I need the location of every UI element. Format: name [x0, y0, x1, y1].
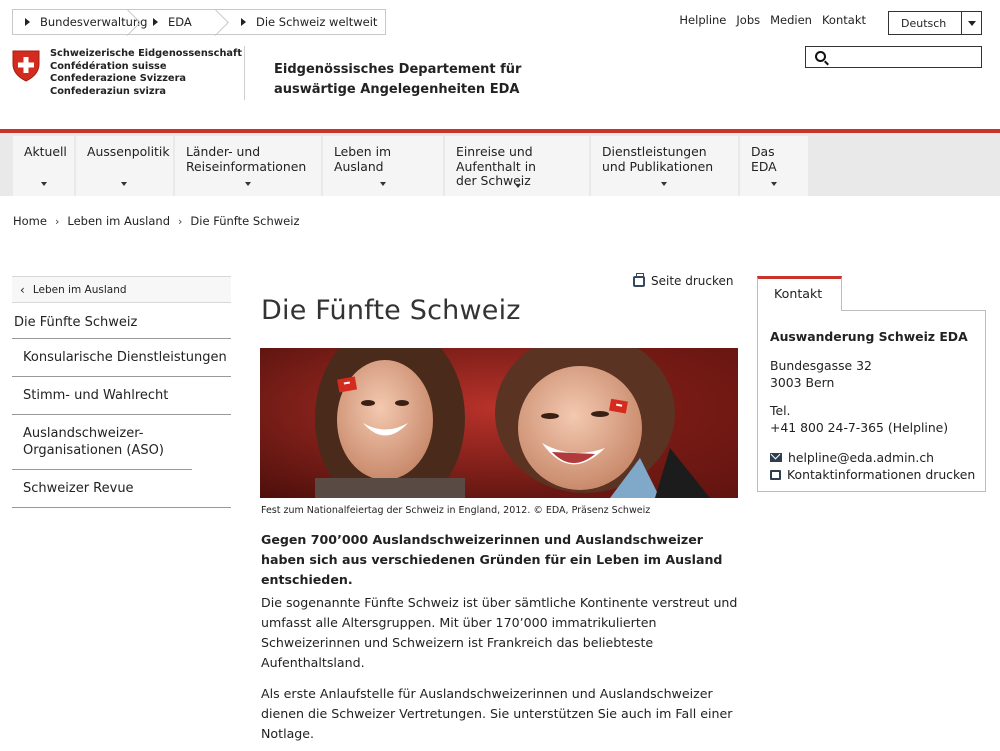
search-input[interactable] — [805, 46, 982, 68]
chevron-right-icon: › — [178, 214, 183, 228]
contact-city: 3003 Bern — [770, 375, 835, 390]
lead-paragraph: Gegen 700’000 Auslandschweizerinnen und … — [261, 532, 723, 587]
chevron-down-icon — [661, 182, 667, 186]
confederation-rm: Confederaziun svizra — [50, 85, 167, 97]
print-contact-link[interactable]: Kontaktinformationen drucken — [770, 466, 985, 483]
language-select[interactable]: Deutsch — [888, 11, 982, 35]
nav-item-leben-im-ausland[interactable]: Leben im Ausland — [323, 136, 443, 196]
nav-item-einreise-aufenthalt[interactable]: Einreise und Aufenthalt in der Schweiz — [445, 136, 589, 196]
contact-street: Bundesgasse 32 — [770, 358, 872, 373]
confederation-names: Schweizerische Eidgenossenschaft Confédé… — [50, 48, 242, 98]
photo-caption: Fest zum Nationalfeiertag der Schweiz in… — [261, 505, 651, 516]
print-page-link[interactable]: Seite drucken — [633, 272, 734, 288]
breadcrumb-leben-im-ausland[interactable]: Leben im Ausland — [67, 214, 170, 228]
confederation-de: Schweizerische Eidgenossenschaft — [50, 48, 242, 59]
sidebar: ‹ Leben im Ausland Die Fünfte Schweiz Ko… — [12, 276, 231, 508]
crumb-label: EDA — [168, 15, 192, 29]
breadcrumb-home[interactable]: Home — [13, 214, 47, 228]
play-icon — [153, 18, 158, 26]
chevron-right-icon: › — [54, 214, 60, 228]
federal-crumb-schweiz-weltweit[interactable]: Die Schweiz weltweit — [229, 10, 385, 34]
print-page-label: Seite drucken — [651, 274, 734, 288]
logo-divider — [244, 46, 245, 100]
contact-email: helpline@eda.admin.ch — [788, 450, 934, 465]
link-helpline[interactable]: Helpline — [679, 13, 726, 27]
link-jobs[interactable]: Jobs — [736, 13, 760, 27]
sidebar-item-active[interactable]: Die Fünfte Schweiz — [12, 303, 231, 339]
page-title: Die Fünfte Schweiz — [261, 295, 521, 326]
chevron-down-icon — [245, 182, 251, 186]
confederation-fr: Confédération suisse — [50, 60, 167, 72]
department-name[interactable]: Eidgenössisches Departement für auswärti… — [274, 60, 521, 100]
chevron-down-icon — [121, 182, 127, 186]
mail-icon — [770, 453, 782, 462]
federal-breadcrumb: Bundesverwaltung EDA Die Schweiz weltwei… — [12, 9, 386, 35]
chevron-down-icon — [41, 182, 47, 186]
top-links: Helpline Jobs Medien Kontakt — [679, 13, 866, 27]
confederation-it: Confederazione Svizzera — [50, 73, 187, 85]
federal-crumb-eda[interactable]: EDA — [141, 10, 229, 34]
link-kontakt[interactable]: Kontakt — [822, 13, 866, 27]
nav-label: Länder- und Reiseinformationen — [186, 144, 307, 174]
nav-item-laender-reiseinformationen[interactable]: Länder- und Reiseinformationen — [175, 136, 321, 196]
sidebar-item-schweizer-revue[interactable]: Schweizer Revue — [12, 470, 231, 508]
nav-label: Leben im Ausland — [334, 144, 392, 174]
language-value: Deutsch — [901, 16, 947, 30]
body-paragraph-1: Die sogenannte Fünfte Schweiz ist über s… — [261, 595, 738, 670]
breadcrumb-current: Die Fünfte Schweiz — [190, 214, 300, 228]
breadcrumb: Home › Leben im Ausland › Die Fünfte Sch… — [13, 214, 299, 228]
contact-email-link[interactable]: helpline@eda.admin.ch — [770, 449, 985, 466]
nav-item-dienstleistungen-publikationen[interactable]: Dienstleistungen und Publikationen — [591, 136, 738, 196]
chevron-down-icon[interactable] — [961, 12, 981, 34]
printer-icon — [633, 272, 645, 287]
nav-item-aussenpolitik[interactable]: Aussenpolitik — [76, 136, 173, 196]
chevron-down-icon — [771, 182, 777, 186]
print-contact-label: Kontaktinformationen drucken — [787, 467, 976, 482]
contact-org: Auswanderung Schweiz EDA — [770, 329, 968, 344]
contact-box: Auswanderung Schweiz EDA Bundesgasse 32 … — [757, 310, 986, 492]
search-icon[interactable] — [815, 51, 826, 62]
printer-icon — [770, 469, 781, 480]
chevron-down-icon — [380, 182, 386, 186]
federal-crumb-bundesverwaltung[interactable]: Bundesverwaltung — [13, 10, 147, 34]
nav-label: Aktuell — [24, 144, 67, 159]
nav-label: Aussenpolitik — [87, 144, 170, 159]
tab-kontakt[interactable]: Kontakt — [757, 276, 842, 311]
nav-label: Das EDA — [751, 144, 777, 174]
crumb-label: Die Schweiz weltweit — [256, 15, 378, 29]
sidebar-item-stimm-wahlrecht[interactable]: Stimm- und Wahlrecht — [12, 377, 231, 415]
play-icon — [25, 18, 30, 26]
link-medien[interactable]: Medien — [770, 13, 812, 27]
sidebar-item-konsularische-dienstleistungen[interactable]: Konsularische Dienstleistungen — [12, 339, 231, 377]
nav-label: Einreise und Aufenthalt in der Schweiz — [456, 144, 537, 188]
department-line-2: auswärtige Angelegenheiten EDA — [274, 82, 520, 97]
swiss-coat-of-arms-icon — [12, 50, 40, 82]
nav-item-aktuell[interactable]: Aktuell — [13, 136, 74, 196]
sidebar-back-label: Leben im Ausland — [32, 283, 127, 296]
crumb-label: Bundesverwaltung — [40, 15, 148, 29]
nav-item-das-eda[interactable]: Das EDA — [740, 136, 808, 196]
contact-tel-label: Tel. — [770, 403, 791, 418]
sidebar-item-aso[interactable]: Auslandschweizer-Organisationen (ASO) — [12, 415, 192, 470]
nav-label: Dienstleistungen und Publikationen — [602, 144, 714, 174]
hero-photo — [260, 348, 738, 498]
chevron-left-icon: ‹ — [20, 282, 25, 297]
play-icon — [241, 18, 246, 26]
main-navigation: Aktuell Aussenpolitik Länder- und Reisei… — [0, 133, 1000, 196]
department-line-1: Eidgenössisches Departement für — [274, 62, 522, 77]
sidebar-back-link[interactable]: ‹ Leben im Ausland — [12, 276, 231, 303]
chevron-down-icon — [515, 184, 521, 188]
body-paragraph-2: Als erste Anlaufstelle für Auslandschwei… — [261, 686, 733, 741]
contact-tel: +41 800 24-7-365 (Helpline) — [770, 420, 949, 435]
